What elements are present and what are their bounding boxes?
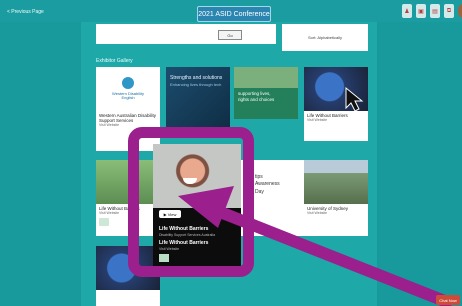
arrow-head	[178, 186, 234, 228]
arrow-shaft	[207, 202, 455, 306]
mouse-cursor-icon	[345, 86, 364, 112]
annotation-arrow	[178, 186, 455, 306]
chat-button[interactable]: Chat Now	[436, 295, 460, 305]
